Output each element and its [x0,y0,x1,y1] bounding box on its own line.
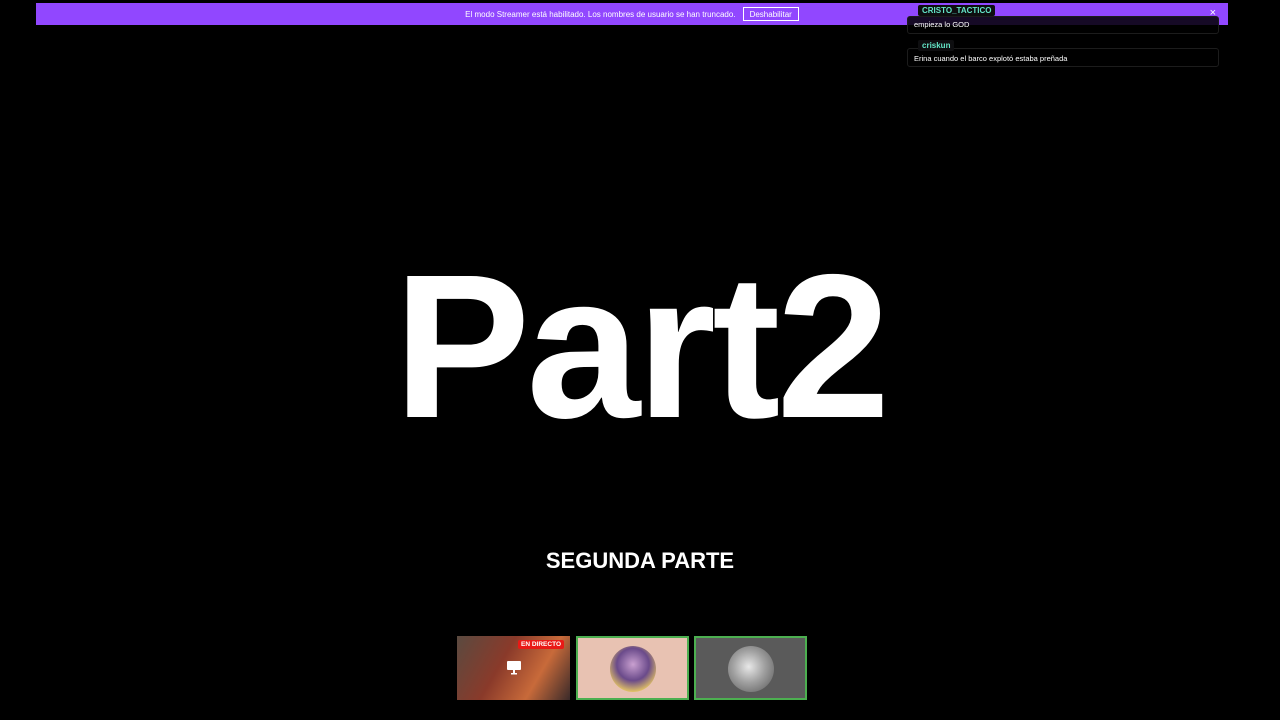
disable-button[interactable]: Deshabilitar [742,7,799,21]
part-subtitle: SEGUNDA PARTE [545,548,735,573]
live-badge: EN DIRECTO [518,640,564,649]
chat-text: empieza lo GOD [914,20,970,29]
chat-text: Erina cuando el barco explotó estaba pre… [914,54,1068,63]
chat-message: criskun Erina cuando el barco explotó es… [907,40,1219,67]
live-thumbnail[interactable]: EN DIRECTO [457,636,570,700]
chat-username: CRISTO_TACTICO [918,5,996,16]
thumbnail-selected[interactable] [576,636,689,700]
chat-username: criskun [918,40,955,51]
banner-message: El modo Streamer está habilitado. Los no… [465,9,736,19]
avatar [728,646,774,692]
avatar [610,646,656,692]
part-title: Part2 [393,232,891,461]
screen-icon [506,660,522,680]
thumbnail-selected[interactable] [694,636,807,700]
chat-message: CRISTO_TACTICO empieza lo GOD [907,5,1219,34]
